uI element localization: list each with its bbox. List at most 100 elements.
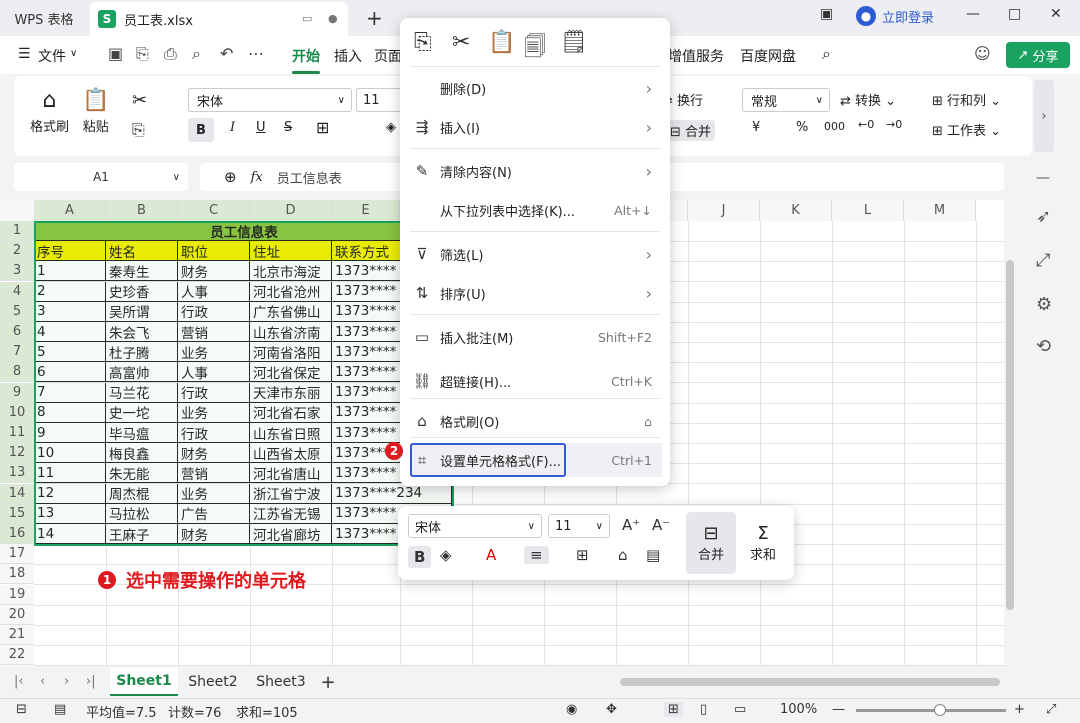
context-menu-item[interactable]: ⛓ 超链接(H)... Ctrl+K	[410, 364, 662, 398]
table-cell[interactable]: 财务	[178, 524, 250, 544]
table-cell[interactable]: 河北省保定	[250, 362, 332, 383]
table-cell[interactable]: 财务	[178, 443, 250, 464]
copy-icon[interactable]: ⎘	[414, 30, 432, 55]
worksheet-button[interactable]: ⊞ 工作表 ⌄	[932, 120, 1001, 139]
column-header[interactable]: L	[832, 200, 904, 221]
close-icon[interactable]: ✕	[1050, 6, 1062, 22]
resize-icon[interactable]: ⤢	[1036, 250, 1050, 271]
table-cell[interactable]: 5	[34, 342, 106, 363]
table-cell[interactable]: 北京市海淀	[250, 261, 332, 282]
table-cell[interactable]: 财务	[178, 261, 250, 282]
file-tab[interactable]: S 员工表.xlsx ▭ ●	[90, 2, 348, 36]
menu-page[interactable]: 页面	[374, 46, 402, 66]
mini-sum-button[interactable]: Σ 求和	[738, 512, 788, 574]
table-cell[interactable]: 人事	[178, 362, 250, 383]
column-header[interactable]: K	[760, 200, 832, 221]
currency-button[interactable]: ¥	[752, 120, 760, 135]
context-menu-item[interactable]: 从下拉列表中选择(K)... Alt+↓	[410, 193, 662, 227]
fill-color-icon[interactable]: ◈	[440, 546, 452, 564]
merge-button[interactable]: ⊟ 合并	[666, 120, 716, 141]
row-header[interactable]: 10	[0, 402, 34, 423]
table-cell[interactable]: 营销	[178, 322, 250, 342]
eye-icon[interactable]: ◉	[566, 702, 577, 717]
table-cell[interactable]: 6	[34, 362, 106, 383]
table-cell[interactable]: 营销	[178, 463, 250, 484]
percent-button[interactable]: %	[796, 120, 808, 135]
layout-icon[interactable]: ▣	[820, 6, 833, 22]
row-header[interactable]: 11	[0, 423, 34, 443]
paste-format-icon[interactable]: 🗐	[524, 30, 546, 68]
column-header[interactable]: E	[332, 200, 400, 221]
window-icon[interactable]: ▭	[302, 12, 312, 25]
align-icon[interactable]: ≡	[524, 546, 549, 564]
mini-size-select[interactable]: 11 ∨	[548, 514, 610, 538]
table-cell[interactable]: 朱会飞	[106, 322, 178, 342]
font-color-icon[interactable]: A	[486, 546, 496, 564]
table-cell[interactable]: 广告	[178, 503, 250, 524]
row-header[interactable]: 21	[0, 625, 34, 645]
doc-icon[interactable]: ▤	[54, 702, 66, 717]
table-cell[interactable]: 11	[34, 463, 106, 484]
fx-icon[interactable]: fx	[251, 170, 263, 185]
menu-file[interactable]: 文件	[38, 46, 66, 66]
zoom-level[interactable]: 100%	[780, 702, 817, 717]
row-col-button[interactable]: ⊞ 行和列 ⌄	[932, 90, 1001, 109]
column-header[interactable]: B	[106, 200, 178, 221]
table-cell[interactable]: 史一坨	[106, 402, 178, 423]
horizontal-scrollbar[interactable]	[620, 678, 1000, 686]
table-cell[interactable]: 天津市东丽	[250, 382, 332, 403]
table-cell[interactable]: 山东省日照	[250, 423, 332, 443]
ribbon-scroll-button[interactable]: ›	[1034, 80, 1054, 152]
table-cell[interactable]: 业务	[178, 342, 250, 363]
table-cell[interactable]: 河北省石家	[250, 402, 332, 423]
table-cell[interactable]: 人事	[178, 281, 250, 302]
row-header[interactable]: 1	[0, 221, 34, 241]
crosshair-icon[interactable]: ✥	[606, 702, 617, 717]
column-header[interactable]: A	[34, 200, 106, 221]
column-header[interactable]: C	[178, 200, 250, 221]
table-cell[interactable]: 10	[34, 443, 106, 464]
row-header[interactable]: 8	[0, 362, 34, 383]
italic-icon[interactable]: I	[230, 120, 235, 135]
select-all-corner[interactable]	[0, 200, 34, 221]
search-icon[interactable]: ⌕	[822, 44, 831, 64]
table-cell[interactable]: 行政	[178, 382, 250, 403]
strikethrough-icon[interactable]: S	[284, 120, 292, 135]
dot-icon[interactable]: ●	[328, 12, 338, 25]
border-icon[interactable]: ⊞	[316, 118, 329, 137]
cursor-icon[interactable]: ➶	[1036, 206, 1051, 227]
table-cell[interactable]: 2	[34, 281, 106, 302]
table-cell[interactable]: 广东省佛山	[250, 301, 332, 322]
row-header[interactable]: 9	[0, 382, 34, 403]
column-header[interactable]: J	[688, 200, 760, 221]
table-cell[interactable]: 业务	[178, 402, 250, 423]
table-cell[interactable]: 行政	[178, 423, 250, 443]
table-cell[interactable]: 周杰棍	[106, 483, 178, 504]
paste-icon[interactable]: 📋	[488, 30, 515, 55]
export-icon[interactable]: ⎘	[136, 44, 149, 64]
page-break-icon[interactable]: ▭	[734, 702, 746, 717]
app-tab[interactable]: WPS 表格	[0, 0, 88, 36]
bold-button[interactable]: B	[188, 118, 214, 142]
fill-color-icon[interactable]: ◈	[386, 120, 396, 135]
table-cell[interactable]: 12	[34, 483, 106, 504]
table-cell[interactable]: 8	[34, 402, 106, 423]
table-cell[interactable]: 毕马瘟	[106, 423, 178, 443]
context-menu-item[interactable]: ⇅ 排序(U) ›	[410, 276, 662, 310]
cut-icon[interactable]: ✂	[452, 30, 470, 55]
more-icon[interactable]: ⋯	[248, 44, 264, 63]
table-cell[interactable]: 业务	[178, 483, 250, 504]
row-header[interactable]: 19	[0, 584, 34, 605]
row-header[interactable]: 4	[0, 281, 34, 302]
vertical-scrollbar[interactable]	[1006, 260, 1014, 610]
context-menu-item[interactable]: 删除(D) ›	[410, 71, 662, 105]
font-size-select[interactable]: 11	[356, 88, 402, 112]
context-menu-item[interactable]: ✎ 清除内容(N) ›	[410, 154, 662, 188]
paste-button[interactable]: 📋 粘贴	[82, 86, 109, 135]
prev-sheet-icon[interactable]: ‹	[40, 674, 45, 689]
table-cell[interactable]: 河北省廊坊	[250, 524, 332, 544]
table-cell[interactable]: 14	[34, 524, 106, 544]
context-menu-item[interactable]: ▭ 插入批注(M) Shift+F2	[410, 320, 662, 354]
table-title-cell[interactable]: 员工信息表	[34, 221, 452, 241]
page-layout-icon[interactable]: ▯	[700, 702, 707, 717]
